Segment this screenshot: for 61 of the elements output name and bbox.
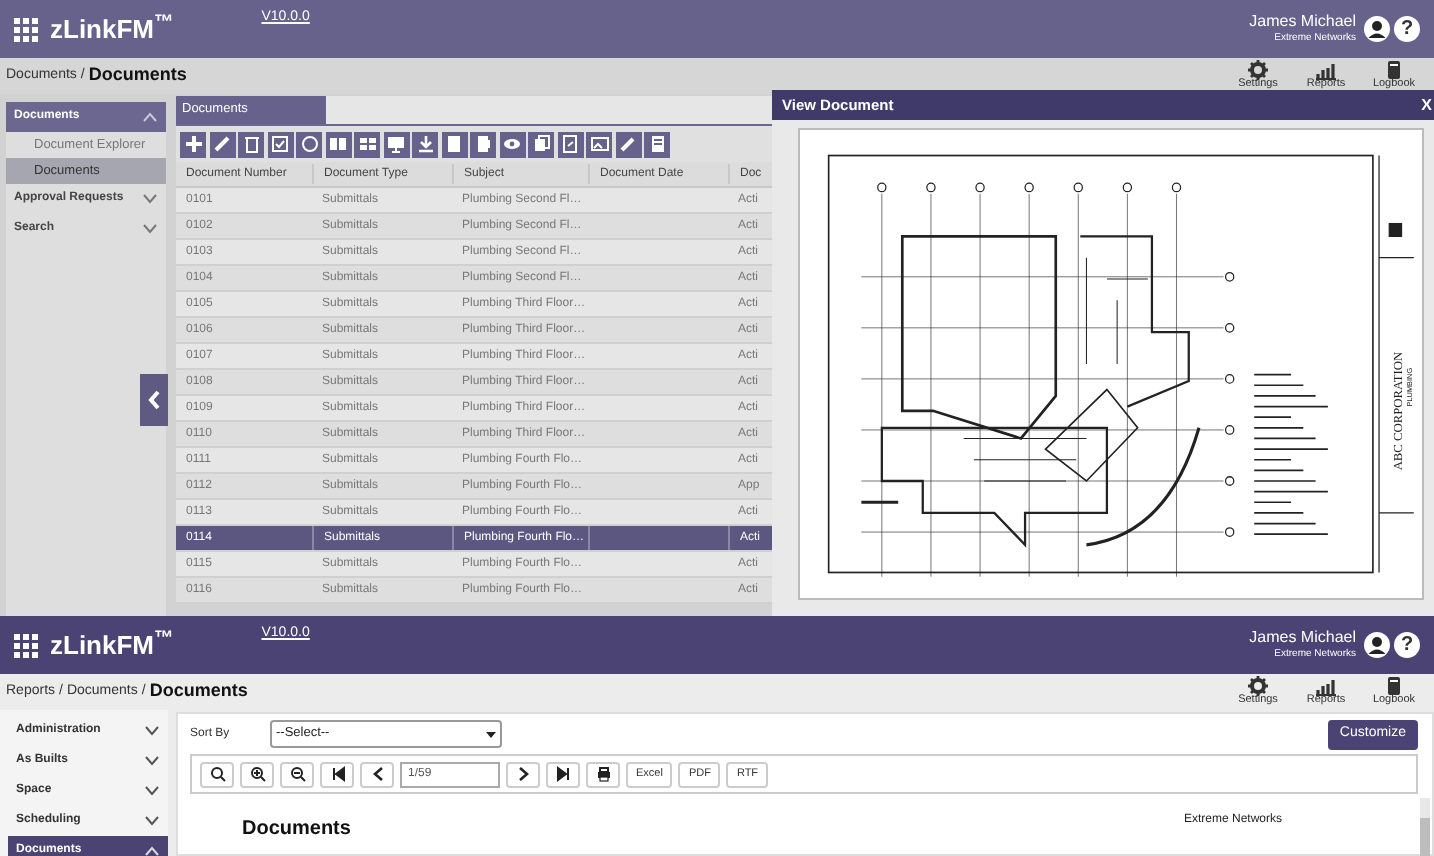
zoom-in-icon bbox=[249, 766, 265, 782]
user-avatar-icon[interactable] bbox=[1364, 16, 1390, 42]
user-name[interactable]: James Michael bbox=[1249, 628, 1356, 649]
report-title: Documents bbox=[242, 816, 351, 844]
toolbar-button[interactable] bbox=[320, 761, 354, 787]
breadcrumb-current: Documents bbox=[88, 62, 187, 89]
copy-icon bbox=[529, 132, 553, 156]
help-button[interactable]: ? bbox=[1394, 632, 1420, 658]
chevron-down-icon[interactable] bbox=[144, 726, 160, 736]
toolbar-button[interactable] bbox=[200, 761, 234, 787]
bar-chart-icon bbox=[1316, 676, 1336, 697]
pencil-icon bbox=[210, 132, 234, 156]
search-icon bbox=[209, 766, 225, 782]
user-name[interactable]: James Michael bbox=[1249, 12, 1356, 33]
file-icon bbox=[442, 132, 466, 156]
user-avatar-icon[interactable] bbox=[1364, 632, 1390, 658]
breadcrumb-current: Documents bbox=[149, 678, 248, 705]
apps-grid-icon[interactable] bbox=[14, 633, 38, 657]
apps-grid-icon[interactable] bbox=[14, 17, 38, 41]
app-logo: zLinkFM$^{™}$ bbox=[50, 632, 174, 658]
image-icon bbox=[587, 132, 611, 156]
book-icon bbox=[1384, 676, 1404, 697]
chevron-up-icon[interactable] bbox=[142, 112, 158, 122]
last-page-icon bbox=[555, 766, 571, 782]
collapse-button[interactable] bbox=[140, 374, 168, 426]
refresh-icon bbox=[297, 132, 321, 156]
toolbar-button[interactable] bbox=[280, 761, 314, 787]
toolbar-button[interactable] bbox=[360, 761, 394, 787]
monitor-icon bbox=[384, 132, 408, 156]
book-icon bbox=[326, 132, 350, 156]
toolbar-button[interactable] bbox=[586, 761, 620, 787]
bar-chart-icon bbox=[1316, 60, 1336, 81]
toolbar-button[interactable] bbox=[240, 761, 274, 787]
dropdown-caret-icon bbox=[486, 731, 496, 737]
chevron-down-icon[interactable] bbox=[144, 786, 160, 796]
chevron-down-icon[interactable] bbox=[142, 194, 158, 204]
pen-icon bbox=[616, 132, 640, 156]
download-icon bbox=[413, 132, 437, 156]
chevron-up-icon[interactable] bbox=[144, 846, 160, 856]
chevron-down-icon[interactable] bbox=[142, 224, 158, 234]
next-page-icon bbox=[515, 766, 531, 782]
toolbar-button[interactable] bbox=[546, 761, 580, 787]
book-icon bbox=[1384, 60, 1404, 81]
zoom-out-icon bbox=[289, 766, 305, 782]
toolbar-button[interactable] bbox=[506, 761, 540, 787]
checkbox-icon bbox=[268, 132, 292, 156]
previous-page-icon bbox=[369, 766, 385, 782]
file-icon bbox=[558, 132, 582, 156]
help-button[interactable]: ? bbox=[1394, 16, 1420, 42]
grid-icon bbox=[355, 132, 379, 156]
chevron-down-icon[interactable] bbox=[144, 756, 160, 766]
plus-icon bbox=[181, 132, 205, 156]
chevron-left-icon bbox=[148, 390, 160, 410]
scrollbar[interactable] bbox=[1420, 798, 1430, 856]
app-logo: zLinkFM$^{™}$ bbox=[50, 16, 174, 42]
first-page-icon bbox=[329, 766, 345, 782]
print-icon bbox=[595, 766, 611, 782]
gear-icon bbox=[1248, 676, 1268, 697]
chevron-down-icon[interactable] bbox=[144, 816, 160, 826]
gear-icon bbox=[1248, 60, 1268, 81]
close-button[interactable]: X bbox=[1421, 93, 1434, 117]
